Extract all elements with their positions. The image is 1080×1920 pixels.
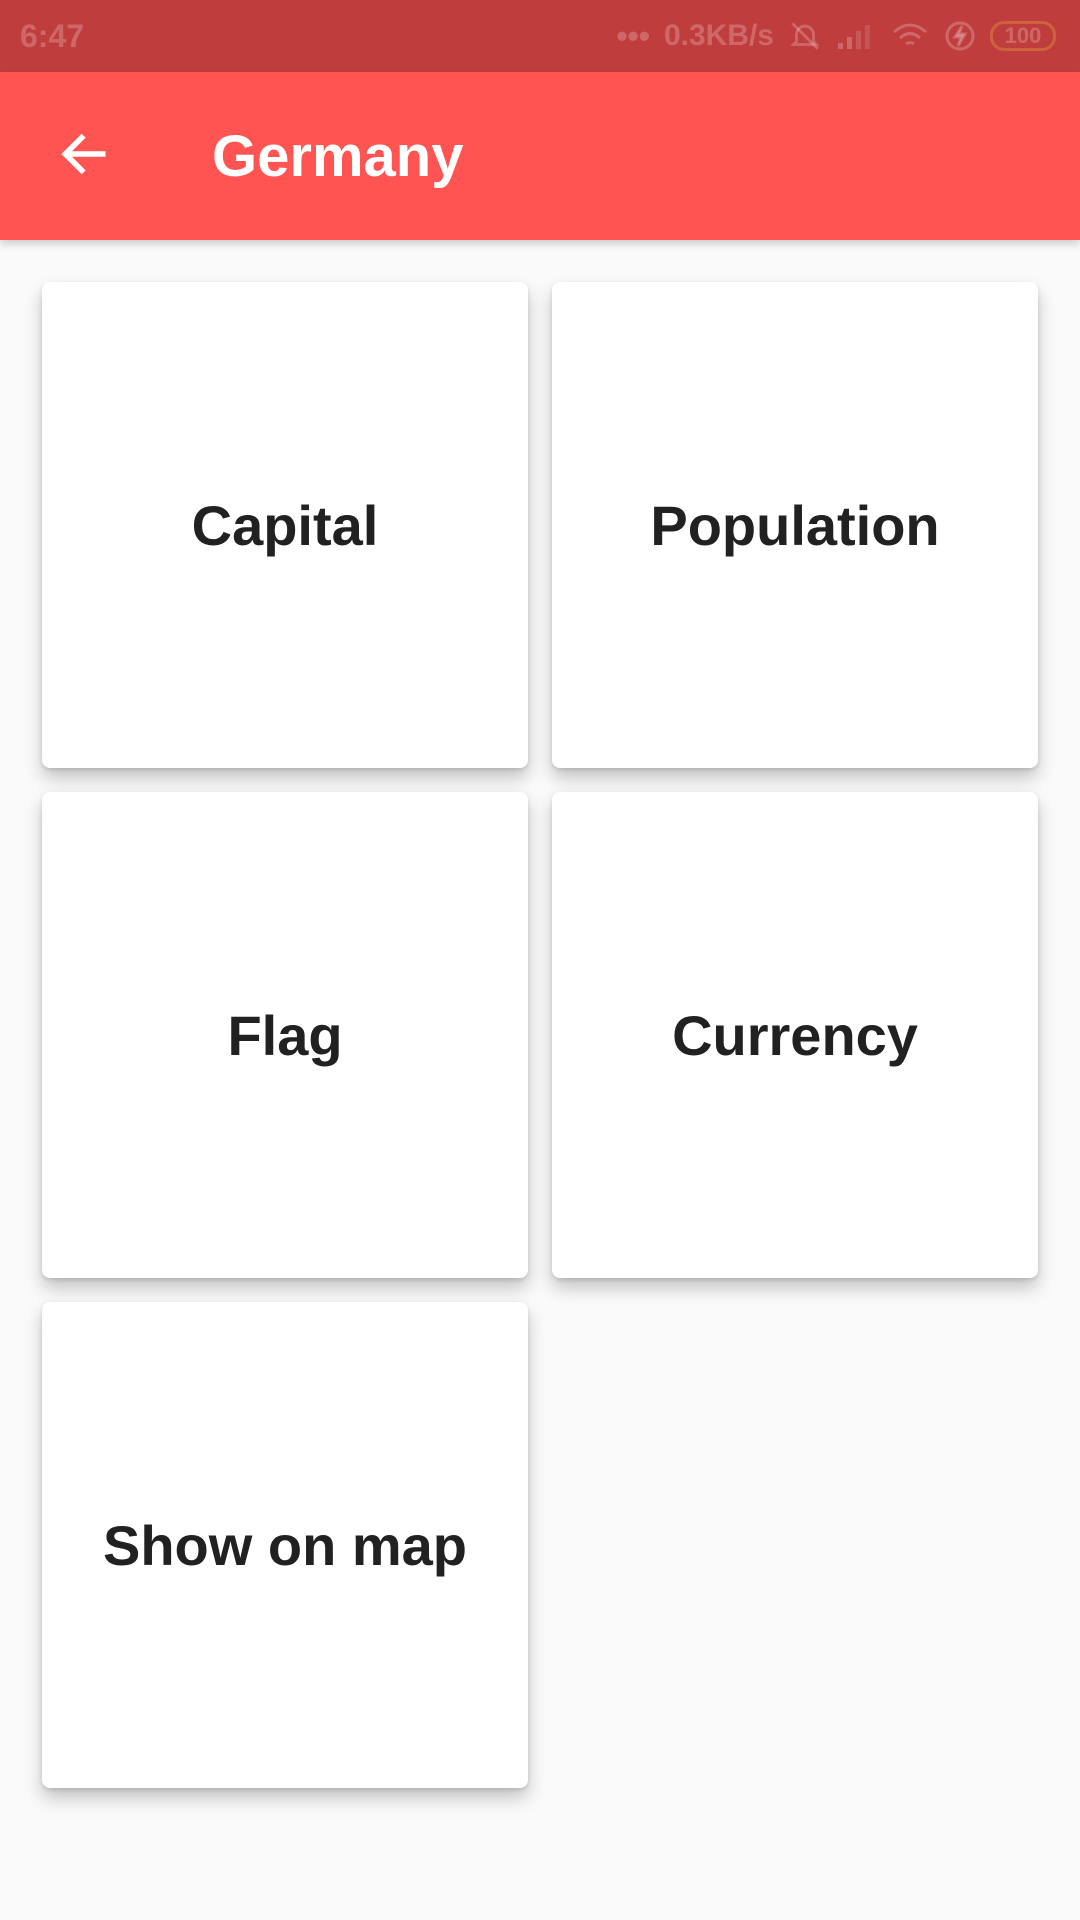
tile-label: Currency (672, 1003, 918, 1067)
battery-indicator: 100 (990, 21, 1056, 51)
capital-tile[interactable]: Capital (42, 282, 528, 768)
status-indicators: ••• 0.3KB/s 100 (616, 18, 1056, 55)
wifi-icon (890, 20, 930, 52)
options-grid: Capital Population Flag Currency Show on… (30, 264, 1050, 1852)
population-tile[interactable]: Population (552, 282, 1038, 768)
charging-icon (944, 20, 976, 52)
show-on-map-tile[interactable]: Show on map (42, 1302, 528, 1788)
page-title: Germany (212, 123, 464, 189)
tile-label: Population (650, 493, 940, 557)
tile-label: Show on map (103, 1513, 467, 1577)
tile-label: Flag (227, 1003, 343, 1067)
status-bar: 6:47 ••• 0.3KB/s 100 (0, 0, 1080, 72)
currency-tile[interactable]: Currency (552, 792, 1038, 1278)
network-speed: 0.3KB/s (663, 19, 774, 52)
app-bar: Germany (0, 72, 1080, 240)
tile-label: Capital (191, 493, 379, 557)
flag-tile[interactable]: Flag (42, 792, 528, 1278)
signal-icon (836, 21, 876, 51)
back-button[interactable] (36, 108, 132, 204)
arrow-left-icon (56, 126, 112, 187)
status-time: 6:47 (20, 17, 85, 54)
more-notifications-icon: ••• (616, 17, 650, 54)
bell-muted-icon (788, 19, 822, 53)
